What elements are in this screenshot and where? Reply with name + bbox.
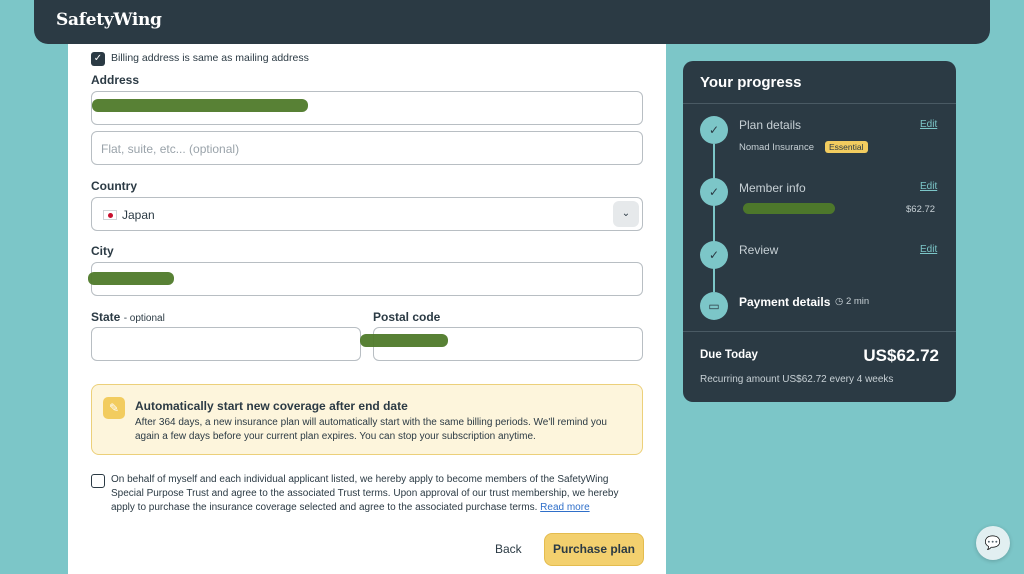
check-icon: ✓ xyxy=(700,241,728,269)
top-header: SafetyWing xyxy=(34,0,990,44)
back-button[interactable]: Back xyxy=(495,542,522,556)
step-plan-details: Plan details xyxy=(739,118,802,132)
recurring-amount: Recurring amount US$62.72 every 4 weeks xyxy=(700,374,894,385)
plan-tier-badge: Essential xyxy=(825,141,868,153)
time-estimate: ◷ 2 min xyxy=(835,296,870,307)
redacted-city xyxy=(88,272,174,285)
billing-same-checkbox[interactable]: ✓ xyxy=(91,52,105,66)
address-input[interactable] xyxy=(91,91,643,125)
progress-title: Your progress xyxy=(700,74,802,91)
terms-text: On behalf of myself and each individual … xyxy=(111,474,619,513)
purchase-plan-button[interactable]: Purchase plan xyxy=(544,533,644,566)
progress-divider xyxy=(683,103,956,104)
postal-code-input[interactable] xyxy=(360,327,643,361)
redacted-address xyxy=(92,99,308,112)
billing-form: ✓ Billing address is same as mailing add… xyxy=(68,44,666,574)
progress-panel: Your progress ✓ Plan details Edit Nomad … xyxy=(683,61,956,402)
credit-card-icon: ▭ xyxy=(700,292,728,320)
state-input[interactable] xyxy=(91,327,361,361)
notice-body: After 364 days, a new insurance plan wil… xyxy=(135,417,607,442)
safetywing-logo[interactable]: SafetyWing xyxy=(56,10,162,30)
chevron-down-icon[interactable]: ⌄ xyxy=(613,201,639,227)
billing-same-label: Billing address is same as mailing addre… xyxy=(111,52,309,64)
postal-code-label: Postal code xyxy=(373,310,441,324)
state-label: State - optional xyxy=(91,310,165,324)
address-line2-input[interactable]: Flat, suite, etc... (optional) xyxy=(91,131,643,165)
step-review: Review xyxy=(739,243,779,257)
due-today-label: Due Today xyxy=(700,349,758,361)
summary-divider xyxy=(683,331,956,332)
read-more-link[interactable]: Read more xyxy=(540,502,589,513)
edit-plan-details-link[interactable]: Edit xyxy=(920,119,937,130)
check-icon: ✓ xyxy=(700,178,728,206)
clock-icon: ◷ xyxy=(835,296,844,307)
chat-bubble-icon[interactable]: 💬 xyxy=(976,526,1010,560)
auto-renew-notice: ✎ Automatically start new coverage after… xyxy=(91,384,643,455)
city-input[interactable] xyxy=(88,262,643,296)
member-amount: $62.72 xyxy=(906,204,936,215)
japan-flag-icon xyxy=(103,210,117,220)
address-line2-placeholder: Flat, suite, etc... (optional) xyxy=(101,142,240,156)
country-select[interactable]: Japan ⌄ xyxy=(91,197,643,231)
terms-checkbox[interactable] xyxy=(91,474,105,488)
renew-icon: ✎ xyxy=(103,397,125,419)
plan-name: Nomad Insurance xyxy=(739,142,814,153)
step-payment-details: Payment details xyxy=(739,295,831,309)
step-member-info: Member info xyxy=(739,181,806,195)
edit-member-info-link[interactable]: Edit xyxy=(920,181,937,192)
city-label: City xyxy=(91,244,114,258)
notice-title: Automatically start new coverage after e… xyxy=(135,399,408,413)
address-label: Address xyxy=(91,73,140,87)
country-label: Country xyxy=(91,179,137,193)
redacted-postal-code xyxy=(360,334,448,347)
due-today-amount: US$62.72 xyxy=(863,346,939,365)
check-icon: ✓ xyxy=(700,116,728,144)
redacted-member-name xyxy=(743,203,835,214)
progress-line xyxy=(713,144,715,292)
country-value: Japan xyxy=(122,208,155,222)
edit-review-link[interactable]: Edit xyxy=(920,244,937,255)
